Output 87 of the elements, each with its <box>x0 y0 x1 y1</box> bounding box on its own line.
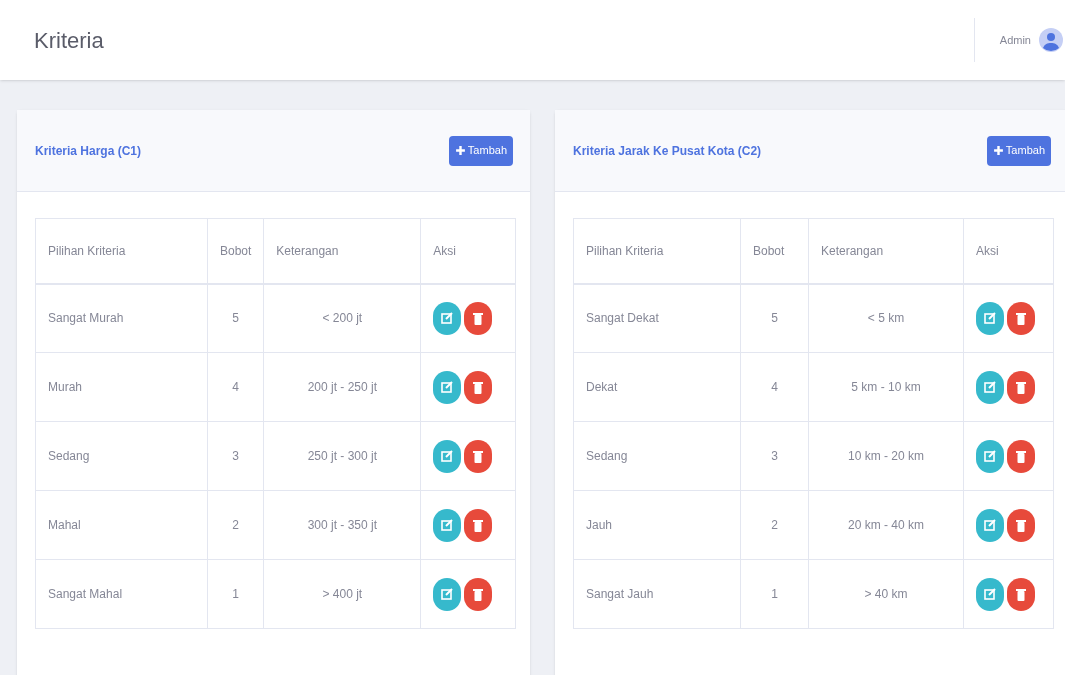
edit-icon <box>984 450 996 462</box>
edit-icon <box>441 312 454 325</box>
trash-icon <box>1016 449 1026 463</box>
delete-button[interactable] <box>464 439 493 473</box>
edit-icon <box>441 450 454 462</box>
trash-icon <box>473 380 484 394</box>
edit-button[interactable] <box>433 301 462 335</box>
table-cell: < 200 jt <box>263 283 421 353</box>
edit-button[interactable] <box>433 577 462 611</box>
delete-button[interactable] <box>464 301 493 335</box>
page-title: Kriteria <box>34 26 104 55</box>
user-avatar-icon[interactable] <box>1039 28 1063 52</box>
table-cell: 10 km - 20 km <box>808 421 964 491</box>
table-cell: Sangat Mahal <box>35 559 208 629</box>
edit-button[interactable] <box>976 370 1004 404</box>
table-cell: 2 <box>740 490 809 560</box>
table-cell: > 40 km <box>808 559 964 629</box>
table-cell: Sangat Murah <box>35 283 208 353</box>
column-header: Bobot <box>207 218 264 284</box>
table-cell: Murah <box>35 352 208 422</box>
edit-button[interactable] <box>976 439 1004 473</box>
table-cell: 5 <box>207 283 264 353</box>
trash-icon <box>1016 311 1026 325</box>
edit-button[interactable] <box>976 577 1004 611</box>
table-cell: 1 <box>207 559 264 629</box>
delete-button[interactable] <box>1007 301 1035 335</box>
table-cell: Sangat Jauh <box>573 559 741 629</box>
add-button[interactable]: Tambah <box>986 135 1051 166</box>
card-title: Kriteria Harga (C1) <box>35 142 142 160</box>
table-cell: Mahal <box>35 490 208 560</box>
edit-button[interactable] <box>433 439 462 473</box>
add-button[interactable]: Tambah <box>448 135 513 166</box>
edit-icon <box>984 381 996 393</box>
table-cell: Sedang <box>573 421 741 491</box>
edit-icon <box>984 519 996 531</box>
table-cell: 4 <box>207 352 264 422</box>
trash-icon <box>1016 380 1026 394</box>
edit-icon <box>441 381 454 393</box>
table-cell: 4 <box>740 352 809 422</box>
trash-icon <box>473 449 484 463</box>
card-title: Kriteria Jarak Ke Pusat Kota (C2) <box>573 142 762 160</box>
edit-icon <box>984 312 996 325</box>
column-header: Keterangan <box>808 218 964 284</box>
delete-button[interactable] <box>1007 370 1035 404</box>
table-cell: 1 <box>740 559 809 629</box>
table-cell: Sedang <box>35 421 208 491</box>
table-cell: Jauh <box>573 490 741 560</box>
table-cell: 2 <box>207 490 264 560</box>
table-cell: 20 km - 40 km <box>808 490 964 560</box>
table-cell: 200 jt - 250 jt <box>263 352 421 422</box>
edit-icon <box>441 519 454 531</box>
delete-button[interactable] <box>464 508 493 542</box>
delete-button[interactable] <box>1007 508 1035 542</box>
table-cell: 5 <box>740 283 809 353</box>
column-header: Aksi <box>963 218 1054 284</box>
trash-icon <box>473 311 484 325</box>
plus-icon <box>454 145 466 156</box>
edit-button[interactable] <box>433 370 462 404</box>
table-cell: 5 km - 10 km <box>808 352 964 422</box>
trash-icon <box>1016 587 1026 601</box>
user-name[interactable]: Admin <box>999 31 1031 49</box>
trash-icon <box>1016 518 1026 532</box>
delete-button[interactable] <box>1007 577 1035 611</box>
table-cell: 3 <box>207 421 264 491</box>
table-cell: 300 jt - 350 jt <box>263 490 421 560</box>
column-header: Pilihan Kriteria <box>35 218 208 284</box>
edit-button[interactable] <box>433 508 462 542</box>
table-cell: > 400 jt <box>263 559 421 629</box>
plus-icon <box>992 145 1004 156</box>
table-cell: Sangat Dekat <box>573 283 741 353</box>
edit-button[interactable] <box>976 301 1004 335</box>
delete-button[interactable] <box>464 577 493 611</box>
column-header: Bobot <box>740 218 809 284</box>
table-cell: 3 <box>740 421 809 491</box>
column-header: Keterangan <box>263 218 421 284</box>
table-cell: < 5 km <box>808 283 964 353</box>
edit-icon <box>441 588 454 600</box>
trash-icon <box>473 587 484 601</box>
table-cell: 250 jt - 300 jt <box>263 421 421 491</box>
delete-button[interactable] <box>1007 439 1035 473</box>
edit-icon <box>984 588 996 600</box>
column-header: Pilihan Kriteria <box>573 218 741 284</box>
trash-icon <box>473 518 484 532</box>
column-header: Aksi <box>420 218 516 284</box>
table-cell: Dekat <box>573 352 741 422</box>
delete-button[interactable] <box>464 370 493 404</box>
edit-button[interactable] <box>976 508 1004 542</box>
